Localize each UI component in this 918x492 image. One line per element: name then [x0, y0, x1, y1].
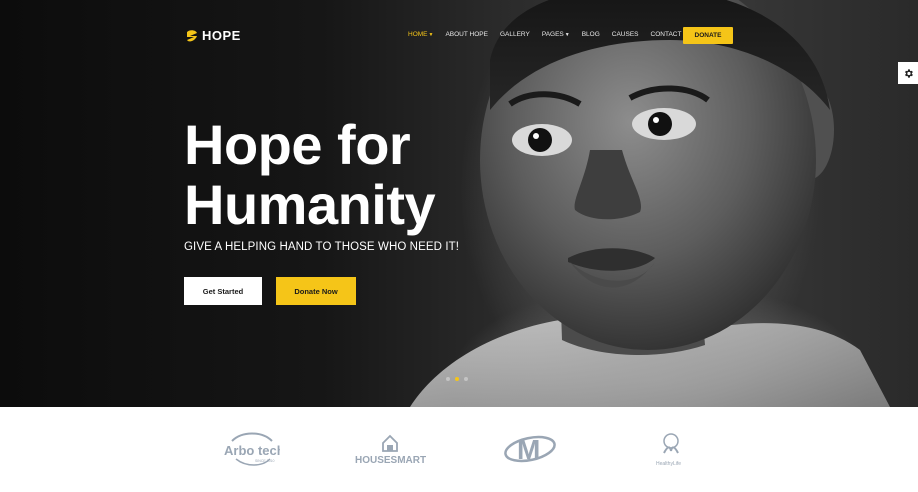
slider-dot-active[interactable]: [455, 377, 459, 381]
nav-item-pages[interactable]: PAGES▼: [542, 31, 570, 38]
donate-now-button[interactable]: Donate Now: [276, 277, 356, 305]
chevron-down-icon: ▼: [564, 32, 570, 38]
gear-icon: [904, 68, 913, 78]
healthylife-logo-text: HealthyLife: [656, 461, 681, 467]
slider-dots: [446, 377, 468, 381]
nav-item-blog[interactable]: BLOG: [582, 31, 600, 38]
healthylife-logo[interactable]: HealthyLife: [652, 431, 692, 471]
nav-item-causes[interactable]: CAUSES: [612, 31, 639, 38]
partners-strip: Arbo tech SINCE 2010 HOUSESMART M Health…: [0, 407, 918, 492]
hero-title: Hope for Humanity: [184, 113, 436, 236]
nav-item-contact[interactable]: CONTACT: [651, 31, 682, 38]
arbotech-logo-text: Arbo tech: [224, 443, 280, 458]
nav-item-about[interactable]: ABOUT HOPE: [445, 31, 488, 38]
housesmart-logo-text: HOUSESMART: [355, 455, 426, 466]
main-nav: HOME▼ ABOUT HOPE GALLERY PAGES▼ BLOG CAU…: [408, 31, 693, 38]
hero-tagline: GIVE A HELPING HAND TO THOSE WHO NEED IT…: [184, 241, 460, 253]
get-started-button[interactable]: Get Started: [184, 277, 262, 305]
nav-item-gallery[interactable]: GALLERY: [500, 31, 530, 38]
slider-dot[interactable]: [464, 377, 468, 381]
housesmart-logo[interactable]: HOUSESMART: [354, 431, 426, 469]
hero-section: HOPE HOME▼ ABOUT HOPE GALLERY PAGES▼ BLO…: [0, 0, 918, 407]
m-logo-text: M: [517, 434, 540, 465]
brand-logo[interactable]: HOPE: [186, 28, 241, 43]
arbotech-logo-subtext: SINCE 2010: [255, 459, 275, 463]
donate-nav-button[interactable]: DONATE: [683, 27, 733, 44]
hero-title-line2: Humanity: [184, 173, 436, 236]
hero-title-line1: Hope for: [184, 113, 411, 176]
nav-item-home-label: HOME: [408, 31, 428, 38]
hero-child-photo: [410, 0, 890, 407]
nav-item-home[interactable]: HOME▼: [408, 31, 433, 38]
chevron-down-icon: ▼: [428, 32, 434, 38]
brand-mark-icon: [187, 29, 197, 41]
arbotech-logo[interactable]: Arbo tech SINCE 2010: [222, 429, 280, 469]
brand-name: HOPE: [202, 28, 241, 43]
slider-dot[interactable]: [446, 377, 450, 381]
m-logo[interactable]: M: [503, 429, 557, 469]
settings-toggle[interactable]: [898, 62, 918, 84]
nav-item-pages-label: PAGES: [541, 31, 564, 38]
